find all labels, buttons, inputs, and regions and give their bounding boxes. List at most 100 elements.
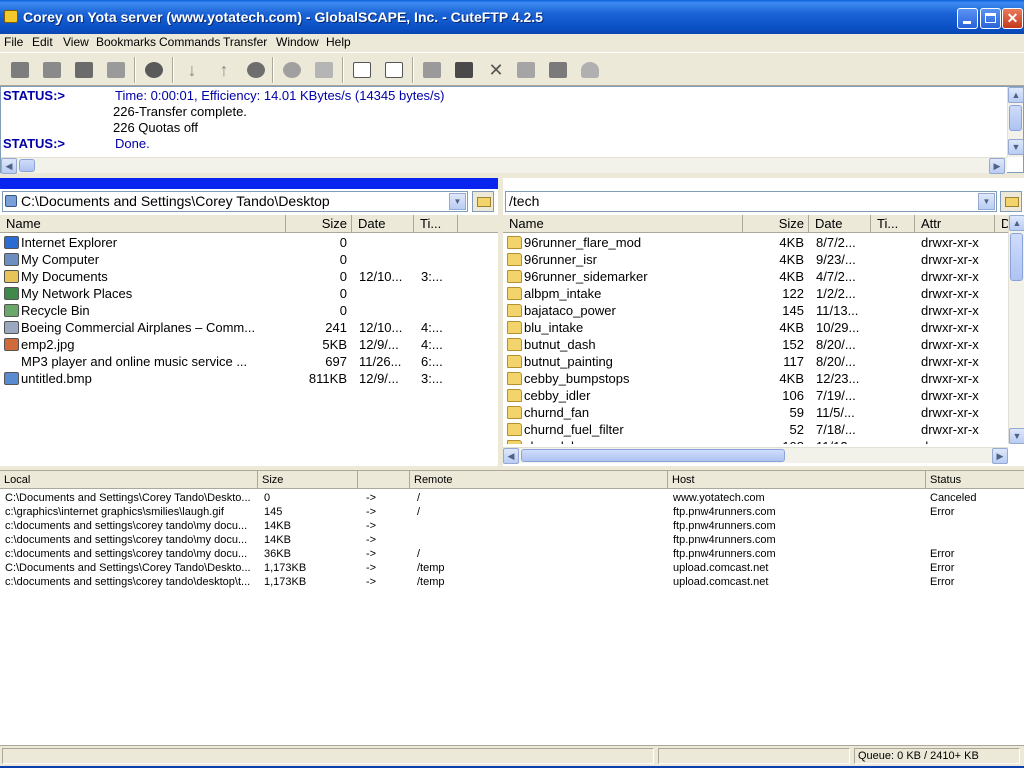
chevron-down-icon[interactable]: ▼ (449, 193, 466, 210)
address-book-button[interactable] (8, 59, 32, 81)
scroll-up-icon[interactable]: ▲ (1009, 215, 1024, 231)
scroll-right-icon[interactable]: ▶ (989, 158, 1005, 174)
remote-header-date[interactable]: Date (809, 215, 871, 233)
connect-button[interactable] (40, 59, 64, 81)
log-vertical-scrollbar[interactable]: ▲ ▼ (1007, 87, 1024, 157)
queue-header-host[interactable]: Host (668, 471, 926, 489)
make-dir-button[interactable] (546, 59, 570, 81)
remote-file-row[interactable]: butnut_dash 152 8/20/... drwxr-xr-x (503, 336, 1008, 353)
local-path-combo[interactable]: C:\Documents and Settings\Corey Tando\De… (2, 191, 468, 212)
queue-row[interactable]: C:\Documents and Settings\Corey Tando\De… (0, 491, 1024, 505)
chevron-down-icon[interactable]: ▼ (978, 193, 995, 210)
menu-bookmarks[interactable]: Bookmarks (96, 35, 156, 49)
edit-button[interactable] (420, 59, 444, 81)
queue-row[interactable]: C:\Documents and Settings\Corey Tando\De… (0, 561, 1024, 575)
help-button[interactable] (578, 59, 602, 81)
remote-file-row[interactable]: churnd_harness108 11/13... drwxr-xr-x (503, 438, 1008, 444)
remote-path-combo[interactable]: /tech ▼ (505, 191, 997, 212)
scroll-down-icon[interactable]: ▼ (1008, 139, 1024, 155)
remote-file-row[interactable]: 96runner_isr 4KB 9/23/... drwxr-xr-x (503, 251, 1008, 268)
delete-button[interactable]: ✕ (484, 59, 508, 81)
menu-file[interactable]: File (4, 35, 23, 49)
title-bar[interactable]: Corey on Yota server (www.yotatech.com) … (0, 0, 1024, 34)
queue-header-local[interactable]: Local (0, 471, 258, 489)
local-file-row[interactable]: emp2.jpg 5KB 12/9/... 4:... (0, 336, 498, 353)
queue-row[interactable]: c:\documents and settings\corey tando\my… (0, 533, 1024, 547)
remote-up-directory-button[interactable] (1000, 191, 1022, 212)
app-icon[interactable] (4, 10, 18, 23)
refresh-button[interactable] (312, 59, 336, 81)
menu-commands[interactable]: Commands (159, 35, 220, 49)
remote-file-row[interactable]: cebby_bumpstops 4KB 12/23... drwxr-xr-x (503, 370, 1008, 387)
local-file-row[interactable]: Internet Explorer 0 (0, 234, 498, 251)
log-horizontal-scrollbar[interactable]: ◀ ▶ (1, 157, 1007, 174)
queue-row[interactable]: c:\documents and settings\corey tando\my… (0, 547, 1024, 561)
queue-header-remote[interactable]: Remote (410, 471, 668, 489)
local-file-row[interactable]: My Network Places 0 (0, 285, 498, 302)
local-header-size[interactable]: Size (286, 215, 352, 233)
reconnect-button[interactable] (452, 59, 476, 81)
remote-header-name[interactable]: Name (503, 215, 743, 233)
remote-scroll-thumb[interactable] (1010, 233, 1023, 281)
remote-file-row[interactable]: butnut_painting 117 8/20/... drwxr-xr-x (503, 353, 1008, 370)
local-file-row[interactable]: My Documents 0 12/10... 3:... (0, 268, 498, 285)
menu-window[interactable]: Window (276, 35, 319, 49)
remote-file-row[interactable]: churnd_fuel_filter 52 7/18/... drwxr-xr-x (503, 421, 1008, 438)
menu-help[interactable]: Help (326, 35, 351, 49)
remote-header-size[interactable]: Size (743, 215, 809, 233)
remote-file-row[interactable]: blu_intake 4KB 10/29... drwxr-xr-x (503, 319, 1008, 336)
menu-view[interactable]: View (63, 35, 89, 49)
remote-header-d[interactable]: D (995, 215, 1008, 233)
queue-row[interactable]: c:\documents and settings\corey tando\de… (0, 575, 1024, 589)
local-file-row[interactable]: My Computer 0 (0, 251, 498, 268)
minimize-button[interactable] (957, 8, 978, 29)
local-file-row[interactable]: Recycle Bin 0 (0, 302, 498, 319)
maximize-button[interactable] (980, 8, 1001, 29)
transfer-button[interactable] (244, 59, 268, 81)
scroll-right-icon[interactable]: ▶ (992, 448, 1008, 464)
local-header-name[interactable]: Name (0, 215, 286, 233)
remote-file-row[interactable]: churnd_fan 59 11/5/... drwxr-xr-x (503, 404, 1008, 421)
list-view-button[interactable] (350, 59, 374, 81)
upload-button[interactable]: ↑ (212, 59, 236, 81)
local-header-date[interactable]: Date (352, 215, 414, 233)
close-button[interactable]: ✕ (1002, 8, 1023, 29)
remote-file-row[interactable]: albpm_intake 122 1/2/2... drwxr-xr-x (503, 285, 1008, 302)
remote-file-row[interactable]: 96runner_flare_mod 4KB 8/7/2... drwxr-xr-x (503, 234, 1008, 251)
local-file-row[interactable]: Boeing Commercial Airplanes – Comm... 241… (0, 319, 498, 336)
local-file-row[interactable]: MP3 player and online music service ... 6… (0, 353, 498, 370)
log-scroll-thumb[interactable] (1009, 105, 1022, 131)
queue-header-status[interactable]: Status (926, 471, 1024, 489)
remote-header-time[interactable]: Ti... (871, 215, 915, 233)
search-button[interactable] (142, 59, 166, 81)
queue-header-arrow[interactable] (358, 471, 410, 489)
remote-vertical-scrollbar[interactable]: ▲ ▼ (1008, 215, 1024, 444)
download-button[interactable]: ↓ (180, 59, 204, 81)
remote-file-row[interactable]: 96runner_sidemarker 4KB 4/7/2... drwxr-xr-x (503, 268, 1008, 285)
local-header-time[interactable]: Ti... (414, 215, 458, 233)
scroll-down-icon[interactable]: ▼ (1009, 428, 1024, 444)
quick-connect-button[interactable] (72, 59, 96, 81)
details-view-button[interactable] (382, 59, 406, 81)
menu-edit[interactable]: Edit (32, 35, 53, 49)
remote-file-row[interactable]: bajataco_power 145 11/13... drwxr-xr-x (503, 302, 1008, 319)
queue-row[interactable]: c:\graphics\internet graphics\smilies\la… (0, 505, 1024, 519)
stop-button[interactable] (280, 59, 304, 81)
view-button[interactable] (514, 59, 538, 81)
remote-horizontal-scrollbar[interactable]: ◀ ▶ (503, 447, 1008, 464)
scroll-up-icon[interactable]: ▲ (1008, 87, 1024, 103)
queue-row[interactable]: c:\documents and settings\corey tando\my… (0, 519, 1024, 533)
menu-transfer[interactable]: Transfer (223, 35, 267, 49)
scroll-left-icon[interactable]: ◀ (1, 158, 17, 174)
remote-header-attr[interactable]: Attr (915, 215, 995, 233)
disconnect-button[interactable] (104, 59, 128, 81)
scroll-left-icon[interactable]: ◀ (503, 448, 519, 464)
queue-header-size[interactable]: Size (258, 471, 358, 489)
queue-local: c:\documents and settings\corey tando\de… (5, 576, 251, 588)
remote-hscroll-thumb[interactable] (521, 449, 785, 462)
local-file-row[interactable]: untitled.bmp 811KB 12/9/... 3:... (0, 370, 498, 387)
remote-file-row[interactable]: cebby_idler 106 7/19/... drwxr-xr-x (503, 387, 1008, 404)
file-date: 9/23/... (816, 252, 856, 267)
log-hscroll-thumb[interactable] (19, 159, 35, 172)
local-up-directory-button[interactable] (472, 191, 494, 212)
